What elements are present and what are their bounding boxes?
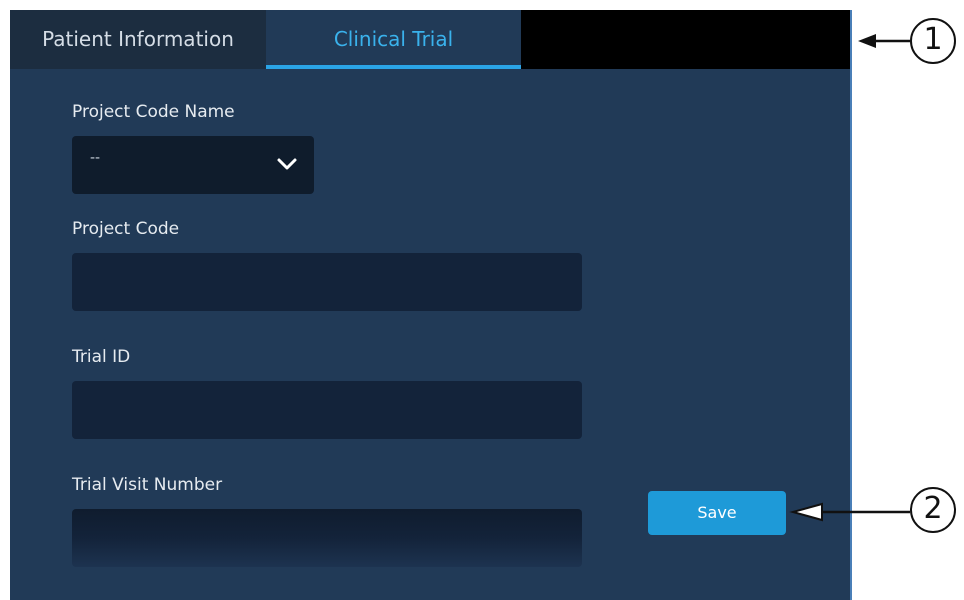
tab-patient-information-label: Patient Information: [42, 27, 234, 51]
project-code-name-select[interactable]: --: [72, 136, 314, 194]
callout-2-marker: 2: [910, 487, 956, 533]
save-button[interactable]: Save: [648, 491, 786, 535]
chevron-down-icon: [277, 158, 297, 170]
project-code-label: Project Code: [72, 219, 180, 239]
trial-id-label: Trial ID: [72, 347, 131, 367]
arrow-left-icon: [858, 34, 910, 48]
trial-visit-number-input[interactable]: [72, 509, 582, 567]
tab-clinical-trial[interactable]: Clinical Trial: [266, 10, 521, 69]
tab-patient-information[interactable]: Patient Information: [10, 10, 266, 69]
tab-clinical-trial-label: Clinical Trial: [333, 27, 454, 51]
project-code-name-selected-value: --: [90, 150, 101, 166]
trial-visit-number-label: Trial Visit Number: [72, 475, 223, 495]
project-code-name-label: Project Code Name: [72, 102, 235, 122]
trial-id-input[interactable]: [72, 381, 582, 439]
tab-bar-empty-area: [521, 10, 850, 69]
callout-1-marker: 1: [910, 18, 956, 64]
clinical-trial-panel: Patient Information Clinical Trial Proje…: [10, 10, 852, 600]
arrow-left-icon: [789, 502, 910, 522]
manual-figure: Patient Information Clinical Trial Proje…: [0, 0, 964, 600]
project-code-input[interactable]: [72, 253, 582, 311]
tab-bar: Patient Information Clinical Trial: [10, 10, 850, 69]
